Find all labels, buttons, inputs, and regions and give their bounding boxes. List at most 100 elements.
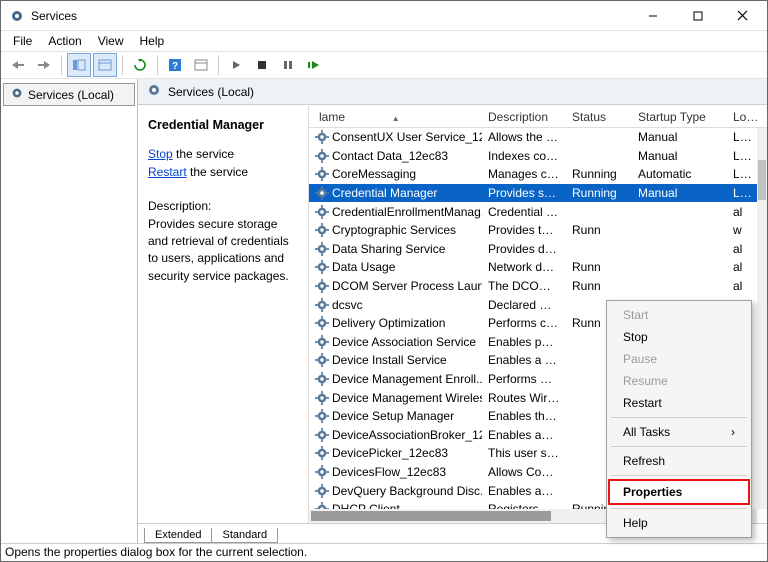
show-hide-tree-button[interactable] [67, 53, 91, 77]
cell-name: Data Usage [309, 260, 482, 274]
tab-standard[interactable]: Standard [211, 528, 278, 543]
ctx-stop[interactable]: Stop [609, 326, 749, 348]
details-header-label: Services (Local) [168, 85, 254, 99]
ctx-refresh[interactable]: Refresh [609, 450, 749, 472]
ctx-properties[interactable]: Properties [608, 479, 750, 505]
cell-name: DevicePicker_12ec83 [309, 446, 482, 460]
restart-service-button[interactable] [302, 53, 326, 77]
cell-logon: Local [727, 167, 757, 181]
context-menu: Start Stop Pause Resume Restart All Task… [606, 300, 752, 538]
cell-status: Runn [566, 260, 632, 274]
vertical-scroll-thumb[interactable] [758, 160, 766, 200]
stop-service-link[interactable]: Stop [148, 147, 173, 161]
properties-toolbar-button[interactable] [189, 53, 213, 77]
cell-description: Allows Conn... [482, 465, 566, 479]
menu-view[interactable]: View [90, 32, 132, 50]
service-row[interactable]: Credential ManagerProvides sec...Running… [309, 184, 757, 203]
services-window: Services File Action View Help ? Se [0, 0, 768, 562]
close-button[interactable] [720, 2, 765, 30]
cell-description: Enables a co... [482, 353, 566, 367]
cell-name: Device Management Wireles... [309, 391, 482, 405]
cell-name: CredentialEnrollmentManag... [309, 205, 482, 219]
service-row[interactable]: Data Sharing ServiceProvides dat...al [309, 240, 757, 259]
ctx-separator [611, 417, 747, 418]
menu-file[interactable]: File [5, 32, 40, 50]
cell-name: ConsentUX User Service_12e... [309, 130, 482, 144]
cell-description: Provides thr... [482, 223, 566, 237]
cell-name: DCOM Server Process Launc... [309, 279, 482, 293]
minimize-button[interactable] [630, 2, 675, 30]
cell-logon: Local [727, 130, 757, 144]
cell-description: Registers an... [482, 502, 566, 509]
cell-name: Cryptographic Services [309, 223, 482, 237]
cell-description: Indexes cont... [482, 149, 566, 163]
col-description[interactable]: Description [482, 110, 566, 124]
description-text: Provides secure storage and retrieval of… [148, 216, 298, 286]
tree-item-services-local[interactable]: Services (Local) [3, 83, 135, 106]
stop-service-button[interactable] [250, 53, 274, 77]
forward-button[interactable] [32, 53, 56, 77]
cell-name: Data Sharing Service [309, 242, 482, 256]
cell-name: CoreMessaging [309, 167, 482, 181]
col-name[interactable]: lame ▲ [309, 110, 482, 124]
vertical-scrollbar[interactable] [757, 128, 767, 509]
horizontal-scroll-thumb[interactable] [311, 511, 551, 521]
sort-asc-icon: ▲ [392, 114, 400, 123]
titlebar: Services [1, 1, 767, 31]
cell-status: Running [566, 167, 632, 181]
cell-name: Device Management Enroll... [309, 372, 482, 386]
maximize-button[interactable] [675, 2, 720, 30]
statusbar: Opens the properties dialog box for the … [1, 543, 767, 561]
cell-logon: al [727, 205, 757, 219]
cell-description: Performs De... [482, 372, 566, 386]
cell-status: Runn [566, 279, 632, 293]
cell-description: This user ser... [482, 446, 566, 460]
menu-help[interactable]: Help [132, 32, 173, 50]
service-row[interactable]: DCOM Server Process Launc...The DCOML...… [309, 277, 757, 296]
ctx-resume: Resume [609, 370, 749, 392]
cell-name: DHCP Client [309, 502, 482, 509]
service-row[interactable]: CredentialEnrollmentManag...Credential E… [309, 202, 757, 221]
service-row[interactable]: Cryptographic ServicesProvides thr...Run… [309, 221, 757, 240]
details-body: Credential Manager Stop the service Rest… [138, 105, 767, 523]
tab-extended[interactable]: Extended [144, 528, 212, 543]
ctx-restart[interactable]: Restart [609, 392, 749, 414]
services-app-icon [9, 8, 25, 24]
cell-name: Delivery Optimization [309, 316, 482, 330]
service-row[interactable]: Data UsageNetwork dat...Runnal [309, 258, 757, 277]
tree-item-label: Services (Local) [28, 88, 114, 102]
menu-action[interactable]: Action [40, 32, 89, 50]
refresh-button[interactable] [128, 53, 152, 77]
help-button[interactable]: ? [163, 53, 187, 77]
service-row[interactable]: CoreMessagingManages co...RunningAutomat… [309, 165, 757, 184]
chevron-right-icon: › [731, 425, 735, 439]
col-logon[interactable]: Log C [727, 110, 767, 124]
selected-service-title: Credential Manager [148, 116, 298, 134]
ctx-help[interactable]: Help [609, 512, 749, 534]
show-hide-actions-button[interactable] [93, 53, 117, 77]
cell-name: DevicesFlow_12ec83 [309, 465, 482, 479]
cell-description: Allows the s... [482, 130, 566, 144]
back-button[interactable] [6, 53, 30, 77]
restart-service-link[interactable]: Restart [148, 165, 187, 179]
cell-description: Provides sec... [482, 186, 566, 200]
cell-name: Device Setup Manager [309, 409, 482, 423]
gear-icon [10, 86, 24, 103]
ctx-separator [611, 508, 747, 509]
svg-text:?: ? [172, 61, 178, 72]
ctx-start: Start [609, 304, 749, 326]
cell-description: Enables app... [482, 484, 566, 498]
col-startup[interactable]: Startup Type [632, 110, 727, 124]
start-service-button[interactable] [224, 53, 248, 77]
col-status[interactable]: Status [566, 110, 632, 124]
cell-description: Declared Co... [482, 298, 566, 312]
ctx-all-tasks[interactable]: All Tasks› [609, 421, 749, 443]
content-area: Services (Local) Services (Local) Creden… [1, 79, 767, 543]
cell-logon: w [727, 223, 757, 237]
service-row[interactable]: ConsentUX User Service_12e...Allows the … [309, 128, 757, 147]
service-row[interactable]: Contact Data_12ec83Indexes cont...Manual… [309, 147, 757, 166]
cell-logon: al [727, 279, 757, 293]
stop-tail: the service [173, 147, 234, 161]
pause-service-button[interactable] [276, 53, 300, 77]
menubar: File Action View Help [1, 31, 767, 51]
